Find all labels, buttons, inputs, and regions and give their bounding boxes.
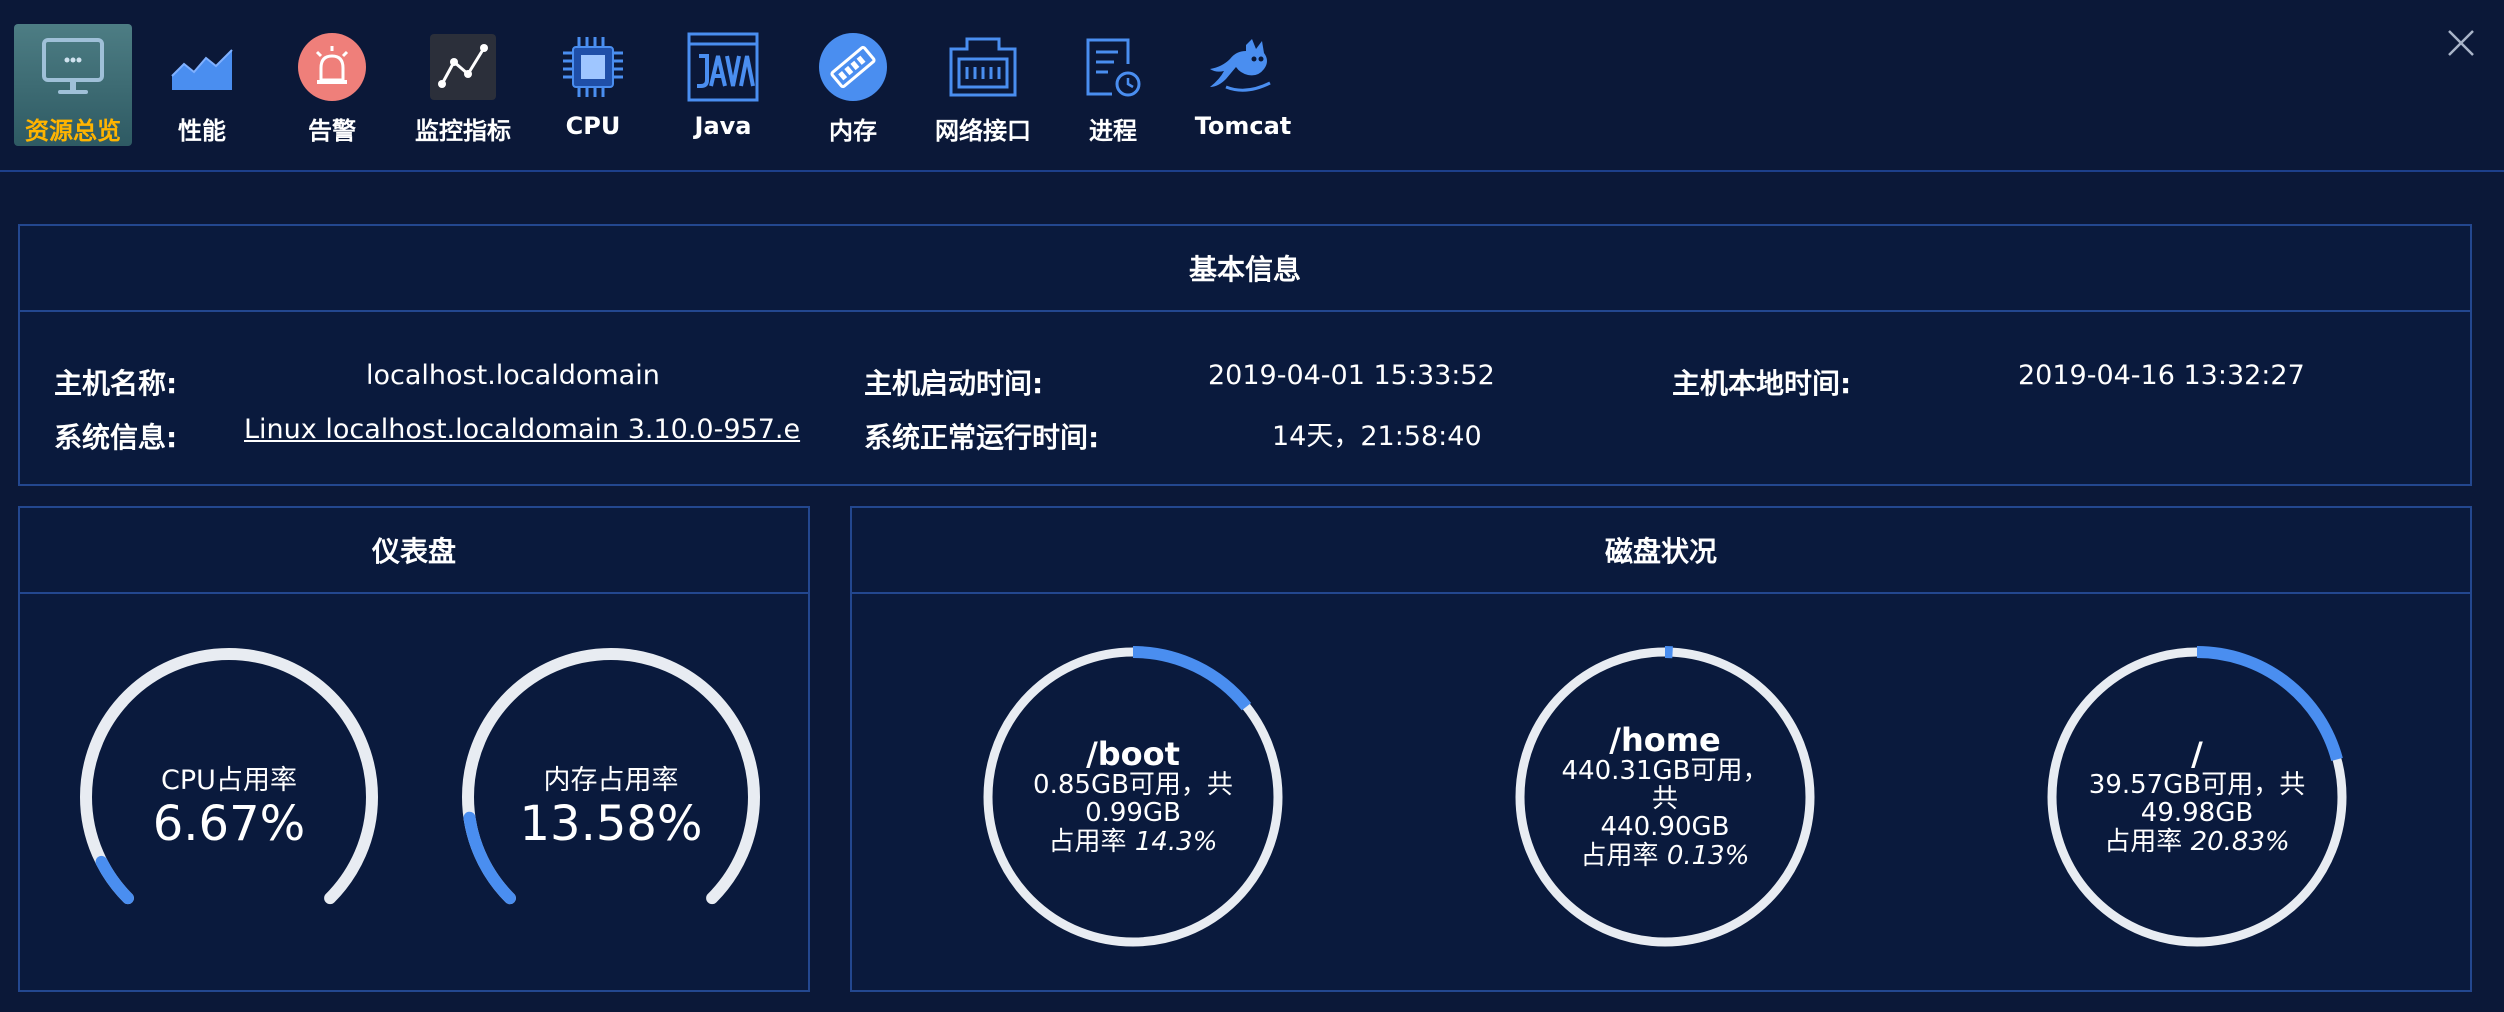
gauge-value: 13.58%	[519, 795, 703, 852]
local-time-label: 主机本地时间:	[1672, 367, 1852, 400]
disk-boot-ring: /boot 0.85GB可用，共 0.99GB 占用率 14.3%	[978, 642, 1288, 952]
uptime-value: 14天，21:58:40	[1272, 421, 1482, 452]
tab-java[interactable]: Java	[664, 24, 782, 146]
panel-title: 磁盘状况	[852, 508, 2470, 594]
tab-label: CPU	[565, 112, 621, 140]
disk-total: 440.90GB	[1600, 812, 1730, 842]
gauge-title: CPU占用率	[161, 764, 297, 796]
network-port-icon	[946, 30, 1020, 103]
sysinfo-label: 系统信息:	[54, 421, 178, 454]
dashboard-panel: 仪表盘 CPU占用率 6.67% 内存占用率 13.58%	[18, 506, 810, 992]
tab-label: 性能	[178, 117, 226, 145]
tab-cpu[interactable]: CPU	[534, 24, 652, 146]
uptime-label: 系统正常运行时间:	[864, 421, 1100, 454]
disk-rate: 14.3%	[1134, 827, 1218, 857]
gauge-value: 6.67%	[152, 795, 306, 852]
cpu-chip-icon	[556, 30, 630, 104]
line-chart-icon	[426, 30, 500, 103]
disk-home-ring: /home 440.31GB可用，共 440.90GB 占用率 0.13%	[1510, 642, 1820, 952]
close-icon[interactable]	[2440, 22, 2482, 64]
tab-performance[interactable]: 性能	[143, 24, 261, 146]
hostname-label: 主机名称:	[54, 367, 178, 400]
disk-total: 49.98GB	[2140, 798, 2254, 828]
alarm-icon	[295, 30, 369, 103]
tab-process[interactable]: 进程	[1054, 24, 1172, 146]
tab-metrics[interactable]: 监控指标	[404, 24, 522, 146]
tab-label: 网络接口	[935, 117, 1031, 145]
area-chart-icon	[165, 30, 239, 103]
tab-label: 内存	[829, 117, 877, 145]
boot-time-value: 2019-04-01 15:33:52	[1208, 360, 1495, 391]
hostname-value: localhost.localdomain	[366, 360, 660, 391]
tab-label: 监控指标	[415, 117, 511, 145]
java-icon	[686, 30, 760, 104]
panel-title: 基本信息	[20, 226, 2470, 312]
memory-gauge: 内存占用率 13.58%	[456, 642, 766, 952]
disk-rate: 20.83%	[2190, 827, 2290, 857]
disk-name: /home	[1609, 721, 1721, 759]
disk-rate-label: 占用率	[1580, 841, 1659, 871]
cpu-gauge: CPU占用率 6.67%	[74, 642, 384, 952]
disk-total: 0.99GB	[1085, 798, 1181, 828]
tab-label: 进程	[1089, 117, 1137, 145]
tab-label: Java	[694, 112, 752, 140]
tab-resource-overview[interactable]: 资源总览	[14, 24, 132, 146]
monitor-icon	[36, 30, 110, 103]
disk-rate-label: 占用率	[1048, 827, 1127, 857]
tab-memory[interactable]: 内存	[794, 24, 912, 146]
tab-label: 资源总览	[25, 117, 121, 145]
panel-title: 仪表盘	[20, 508, 808, 594]
disk-name: /	[2191, 735, 2203, 773]
disk-rate-label: 占用率	[2104, 827, 2183, 857]
process-icon	[1076, 30, 1150, 103]
toolbar: 资源总览 性能 告警 监控指标 CPU Java 内存 网络接口 进程 Tomc…	[0, 0, 2504, 172]
tab-tomcat[interactable]: Tomcat	[1184, 24, 1302, 146]
basic-info-panel: 基本信息 主机名称: localhost.localdomain 主机启动时间:…	[18, 224, 2472, 486]
gauge-title: 内存占用率	[543, 764, 679, 796]
memory-icon	[816, 30, 890, 103]
disk-available: 39.57GB可用，共	[2088, 770, 2306, 800]
tomcat-icon	[1206, 30, 1280, 104]
disk-available: 440.31GB可用，共	[1561, 756, 1769, 814]
disk-panel: 磁盘状况 /boot 0.85GB可用，共 0.99GB 占用率 14.3% /…	[850, 506, 2472, 992]
tab-network[interactable]: 网络接口	[924, 24, 1042, 146]
tab-alarm[interactable]: 告警	[273, 24, 391, 146]
disk-name: /boot	[1086, 735, 1180, 773]
disk-rate: 0.13%	[1666, 841, 1750, 871]
tab-label: 告警	[308, 117, 356, 145]
local-time-value: 2019-04-16 13:32:27	[2018, 360, 2305, 391]
tab-label: Tomcat	[1194, 112, 1292, 140]
disk-available: 0.85GB可用，共	[1033, 770, 1233, 800]
boot-time-label: 主机启动时间:	[864, 367, 1044, 400]
sysinfo-link[interactable]: Linux localhost.localdomain 3.10.0-957.e	[244, 414, 800, 445]
disk-root-ring: / 39.57GB可用，共 49.98GB 占用率 20.83%	[2042, 642, 2352, 952]
